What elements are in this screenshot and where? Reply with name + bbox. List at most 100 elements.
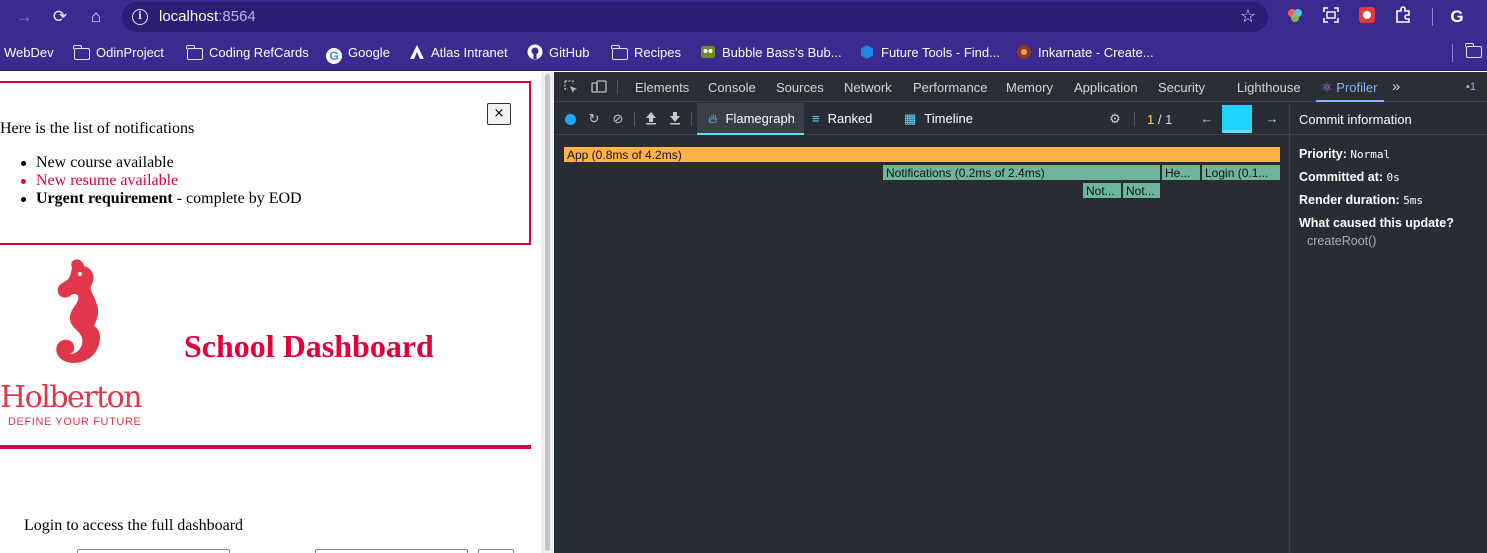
- save-profile-icon[interactable]: [667, 111, 683, 127]
- load-profile-icon[interactable]: [643, 111, 659, 127]
- logo-tagline: DEFINE YOUR FUTURE: [8, 416, 142, 428]
- bookmark-github[interactable]: GitHub: [527, 44, 589, 62]
- bookmark-webdev[interactable]: WebDev: [4, 44, 54, 62]
- toolbar-separator: [691, 112, 692, 126]
- red-extension-icon[interactable]: [1356, 6, 1378, 28]
- bookmark-recipes[interactable]: Recipes: [611, 44, 681, 62]
- commit-bar[interactable]: [1222, 105, 1252, 133]
- scrollbar-thumb[interactable]: [545, 74, 550, 551]
- atlas-icon: [409, 44, 425, 60]
- tab-sources[interactable]: Sources: [776, 80, 824, 95]
- page-scrollbar[interactable]: [541, 72, 554, 553]
- commit-cause-value[interactable]: createRoot(): [1307, 234, 1376, 248]
- puzzle-icon[interactable]: [1392, 6, 1414, 28]
- commit-cause-label: What caused this update?: [1299, 216, 1454, 230]
- url-text[interactable]: localhost:8564: [159, 8, 256, 25]
- google-icon: G: [326, 48, 342, 64]
- device-toolbar-icon[interactable]: [591, 79, 607, 95]
- tab-network[interactable]: Network: [844, 80, 892, 95]
- forward-icon[interactable]: →: [12, 5, 36, 29]
- clear-icon[interactable]: ⊘: [610, 111, 626, 127]
- tab-profiler[interactable]: ⚛ Profiler: [1321, 80, 1377, 96]
- address-bar[interactable]: i localhost:8564 ☆: [122, 2, 1268, 32]
- calendar-icon: ▦: [904, 111, 917, 126]
- browser-toolbar: → ⟳ ⌂ i localhost:8564 ☆ G: [0, 0, 1487, 34]
- bookmark-star-icon[interactable]: ☆: [1240, 6, 1256, 27]
- flamegraph-chart: App (0.8ms of 4.2ms) Notifications (0.2m…: [554, 136, 1289, 553]
- colorful-extension-icon[interactable]: [1284, 6, 1306, 28]
- tab-memory[interactable]: Memory: [1006, 80, 1053, 95]
- next-commit-icon[interactable]: →: [1264, 111, 1280, 127]
- inspect-element-icon[interactable]: [563, 79, 579, 95]
- toolbar-separator: [1134, 112, 1135, 126]
- bookmark-bubble-bass[interactable]: Bubble Bass's Bub...: [700, 44, 842, 62]
- bookmarks-bar: WebDev OdinProject Coding RefCards G Goog…: [0, 34, 1487, 71]
- folder-icon: [611, 45, 628, 60]
- tab-timeline[interactable]: ▦ Timeline: [904, 103, 973, 135]
- ok-button[interactable]: [478, 549, 514, 553]
- screenshot-icon[interactable]: [1320, 6, 1342, 28]
- notification-item-html[interactable]: Urgent requirement - complete by EOD: [21, 190, 302, 208]
- settings-gear-icon[interactable]: ⚙: [1107, 111, 1123, 127]
- commit-committed-at: Committed at: 0s: [1299, 170, 1400, 184]
- login-prompt: Login to access the full dashboard: [24, 517, 244, 534]
- reload-profile-icon[interactable]: ↻: [586, 111, 602, 127]
- tab-ranked[interactable]: ≡ Ranked: [812, 103, 872, 135]
- tab-performance[interactable]: Performance: [913, 80, 987, 95]
- notification-item-urgent[interactable]: New resume available: [21, 172, 302, 190]
- devtools-tabbar: Elements Console Sources Network Perform…: [554, 72, 1487, 102]
- google-account-icon[interactable]: G: [1446, 6, 1468, 28]
- folder-icon: [73, 45, 90, 60]
- toolbar-divider: [1432, 8, 1433, 26]
- commit-info-heading: Commit information: [1290, 103, 1487, 135]
- future-tools-icon: [859, 44, 875, 60]
- devtools-panel: Elements Console Sources Network Perform…: [554, 72, 1487, 553]
- ranked-icon: ≡: [812, 111, 820, 126]
- bookmark-inkarnate[interactable]: Inkarnate - Create...: [1016, 44, 1154, 62]
- tab-console[interactable]: Console: [708, 80, 756, 95]
- flame-node-login[interactable]: Login (0.1...: [1201, 164, 1281, 181]
- record-icon[interactable]: [565, 114, 576, 125]
- bookmark-coding-refcards[interactable]: Coding RefCards: [186, 44, 309, 62]
- active-tab-indicator: [1316, 100, 1384, 102]
- flame-node-notifications[interactable]: Notifications (0.2ms of 2.4ms): [882, 164, 1161, 181]
- notification-item[interactable]: New course available: [21, 154, 302, 172]
- more-tabs-icon[interactable]: »: [1392, 78, 1400, 95]
- tab-application[interactable]: Application: [1074, 80, 1138, 95]
- inkarnate-icon: [1016, 44, 1032, 60]
- tab-security[interactable]: Security: [1158, 80, 1205, 95]
- password-field[interactable]: [315, 549, 468, 553]
- github-icon: [527, 44, 543, 60]
- bookmarks-divider: [1452, 44, 1453, 62]
- flame-node-notification-item[interactable]: Not...: [1122, 182, 1161, 199]
- flame-node-notification-item[interactable]: Not...: [1082, 182, 1122, 199]
- commit-info-panel: Commit information Priority: Normal Comm…: [1289, 103, 1487, 553]
- close-notifications-button[interactable]: ×: [487, 103, 511, 125]
- dashboard-title: School Dashboard: [184, 328, 434, 364]
- tab-lighthouse[interactable]: Lighthouse: [1237, 80, 1301, 95]
- notifications-list: New course available New resume availabl…: [21, 154, 302, 208]
- toolbar-separator: [634, 112, 635, 126]
- commit-counter: 1 / 1: [1147, 112, 1173, 127]
- flame-icon: 🔥︎: [708, 111, 718, 126]
- tab-elements[interactable]: Elements: [635, 80, 689, 95]
- tab-flamegraph[interactable]: 🔥︎ Flamegraph: [697, 103, 804, 135]
- flame-node-app[interactable]: App (0.8ms of 4.2ms): [563, 146, 1281, 163]
- notifications-title: Here is the list of notifications: [0, 120, 195, 137]
- issues-badge[interactable]: ▪1: [1466, 81, 1476, 93]
- bookmark-odinproject[interactable]: OdinProject: [73, 44, 164, 62]
- email-field[interactable]: [77, 549, 230, 553]
- bookmark-google[interactable]: G Google: [326, 44, 390, 64]
- site-info-icon[interactable]: i: [132, 9, 148, 25]
- web-page: × Here is the list of notifications New …: [0, 72, 541, 553]
- previous-commit-icon[interactable]: ←: [1199, 111, 1215, 127]
- flame-node-header[interactable]: He...: [1161, 164, 1201, 181]
- bookmark-atlas-intranet[interactable]: Atlas Intranet: [409, 44, 508, 62]
- profiler-toolbar: ↻ ⊘ 🔥︎ Flamegraph ≡ Ranked ▦ Timeline ⚙ 1 /…: [554, 103, 1289, 135]
- commit-priority: Priority: Normal: [1299, 147, 1391, 161]
- other-bookmarks-folder-icon[interactable]: [1465, 43, 1482, 62]
- home-icon[interactable]: ⌂: [84, 5, 108, 29]
- bookmark-future-tools[interactable]: Future Tools - Find...: [859, 44, 1000, 62]
- reload-icon[interactable]: ⟳: [48, 5, 72, 29]
- bubble-bass-icon: [700, 44, 716, 60]
